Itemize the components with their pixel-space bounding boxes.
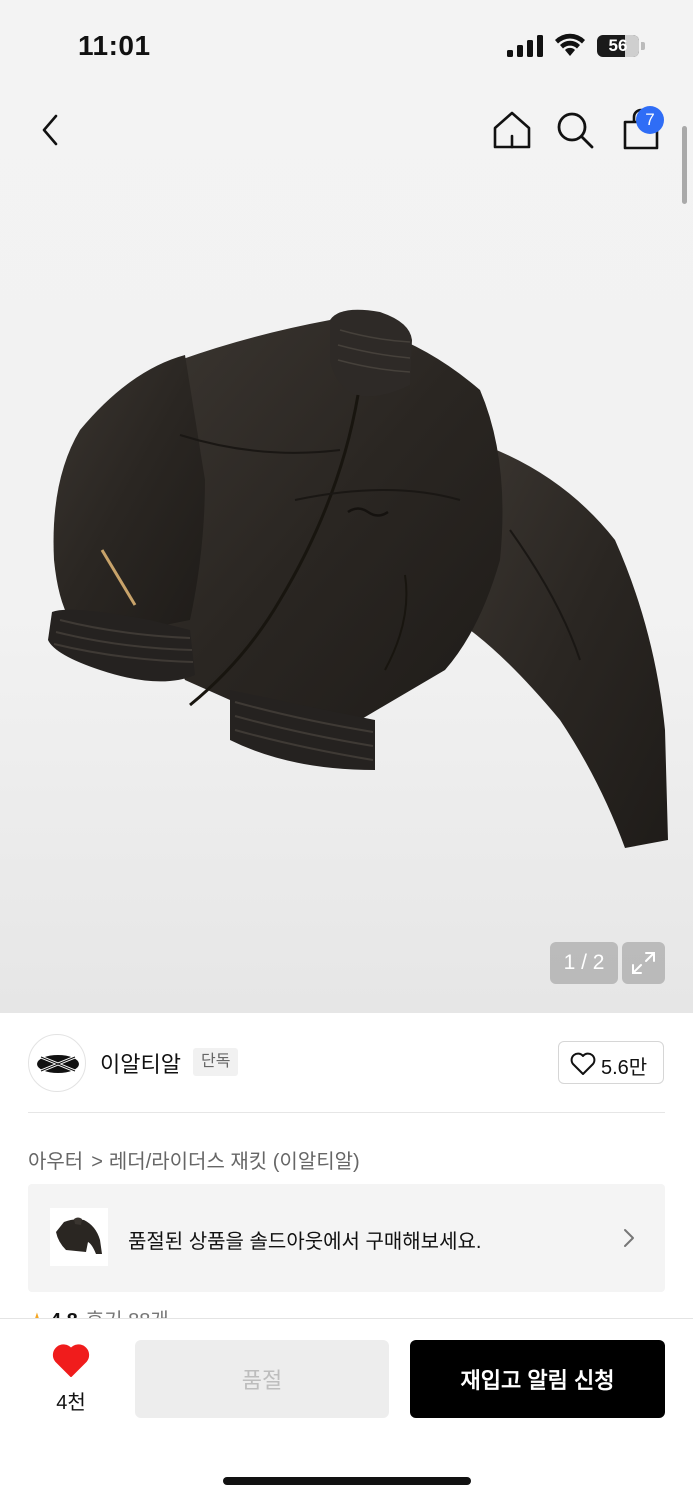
breadcrumb-parent[interactable]: 아우터 [28, 1151, 83, 1173]
breadcrumb-separator: > [91, 1151, 103, 1173]
home-button[interactable] [490, 108, 534, 152]
wishlist-count: 4천 [56, 1392, 86, 1414]
status-bar: 11:01 56 [0, 0, 693, 92]
home-indicator [223, 1477, 471, 1485]
chevron-left-icon [42, 114, 58, 146]
banner-thumbnail [50, 1208, 108, 1266]
scrollbar[interactable] [682, 126, 687, 204]
battery-level: 56 [608, 36, 628, 55]
wishlist-button[interactable]: 4천 [30, 1340, 112, 1418]
battery-icon: 56 [597, 35, 639, 57]
heart-outline-icon [570, 1052, 596, 1075]
brand-like-button[interactable]: 5.6만 [558, 1041, 664, 1084]
search-icon [557, 112, 594, 149]
status-time: 11:01 [78, 30, 151, 61]
divider [28, 1112, 665, 1113]
image-counter: 1 / 2 [550, 942, 618, 984]
product-image-gallery[interactable]: 11:01 56 7 1 / 2 [0, 0, 693, 1013]
breadcrumb: 아우터 > 레더/라이더스 재킷 (이알티알) [28, 1145, 360, 1174]
back-button[interactable] [32, 108, 72, 152]
exclusive-badge: 단독 [193, 1048, 239, 1076]
cellular-signal-icon [507, 35, 543, 57]
expand-image-button[interactable] [622, 942, 665, 984]
cart-count-badge: 7 [636, 106, 664, 134]
wifi-icon [555, 33, 585, 56]
brand-name[interactable]: 이알티알 [100, 1047, 181, 1079]
battery-cap [641, 42, 645, 50]
brand-logo[interactable] [28, 1034, 86, 1092]
heart-filled-icon [52, 1344, 90, 1377]
breadcrumb-current[interactable]: 레더/라이더스 재킷 (이알티알) [109, 1151, 360, 1173]
home-icon [493, 111, 531, 149]
soldout-banner[interactable]: 품절된 상품을 솔드아웃에서 구매해보세요. [28, 1184, 665, 1292]
brand-like-count: 5.6만 [601, 1057, 648, 1079]
brand-logo-icon [37, 1055, 79, 1073]
search-button[interactable] [553, 108, 597, 152]
banner-text: 품절된 상품을 솔드아웃에서 구매해보세요. [128, 1231, 482, 1253]
chevron-right-icon [624, 1229, 634, 1247]
product-image [48, 309, 668, 848]
expand-icon [632, 952, 655, 974]
soldout-button: 품절 [135, 1340, 389, 1418]
restock-alert-button[interactable]: 재입고 알림 신청 [410, 1340, 665, 1418]
